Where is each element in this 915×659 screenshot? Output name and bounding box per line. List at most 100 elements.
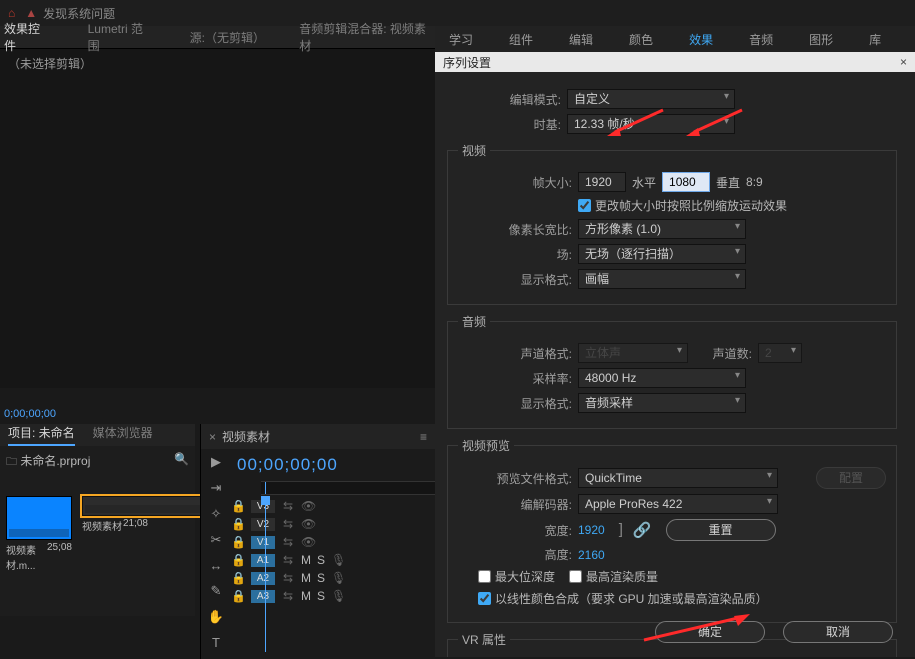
solo-icon[interactable]: S: [317, 571, 325, 585]
pixel-aspect-select[interactable]: 方形像素 (1.0): [578, 219, 746, 239]
thumbnail[interactable]: [6, 496, 72, 540]
folder-icon: 🗀: [6, 456, 17, 468]
video-display-label: 显示格式:: [458, 271, 578, 288]
linear-color-checkbox[interactable]: [478, 592, 491, 605]
tab-lumetri[interactable]: Lumetri 范围: [88, 20, 152, 54]
sync-icon[interactable]: ⇆: [281, 535, 295, 549]
warning-icon[interactable]: ▲: [25, 6, 37, 20]
track-v2[interactable]: V2: [251, 518, 275, 531]
sync-icon[interactable]: ⇆: [281, 499, 295, 513]
project-panel: 🗀 未命名.prproj 🔍 视频素材.m...25;08 视频素材21;08: [0, 446, 195, 616]
max-depth-checkbox[interactable]: [478, 570, 491, 583]
track-a2[interactable]: A2: [251, 572, 275, 585]
eye-icon[interactable]: 👁: [301, 499, 315, 513]
track-a1[interactable]: A1: [251, 554, 275, 567]
close-icon[interactable]: ×: [209, 430, 216, 444]
lock-icon[interactable]: 🔒: [231, 571, 245, 585]
track-a3[interactable]: A3: [251, 590, 275, 603]
project-file: 未命名.prproj: [20, 454, 90, 468]
solo-icon[interactable]: S: [317, 553, 325, 567]
home-icon[interactable]: ⌂: [8, 6, 15, 20]
ok-button[interactable]: 确定: [655, 621, 765, 643]
sync-icon[interactable]: ⇆: [281, 589, 295, 603]
sync-icon[interactable]: ⇆: [281, 571, 295, 585]
frame-width-input[interactable]: [578, 172, 626, 192]
preview-width-value[interactable]: 1920: [578, 523, 605, 537]
tab-media-browser[interactable]: 媒体浏览器: [93, 424, 153, 446]
bin-item[interactable]: 视频素材.m...25;08: [6, 496, 72, 572]
eye-icon[interactable]: 👁: [301, 535, 315, 549]
hand-tool-icon[interactable]: ✋: [208, 609, 224, 625]
nav-assembly[interactable]: 组件: [509, 31, 533, 48]
timeline-panel: × 视频素材 ≡ 00;00;00;00 ▶ ⇥ ✧ ✂ ↔ ✎ ✋ T 🔒V3…: [200, 424, 435, 659]
nav-learn[interactable]: 学习: [449, 31, 473, 48]
codec-select[interactable]: Apple ProRes 422: [578, 494, 778, 514]
mic-icon[interactable]: 🎙: [331, 571, 345, 585]
mic-icon[interactable]: 🎙: [331, 589, 345, 603]
preview-group: 视频预览 预览文件格式: QuickTime 配置 编解码器: Apple Pr…: [447, 437, 897, 623]
audio-display-select[interactable]: 音频采样: [578, 393, 746, 413]
tab-effect-controls[interactable]: 效果控件: [4, 20, 50, 54]
audio-group: 音频 声道格式: 立体声 声道数: 2 采样率: 48000 Hz 显示格式: …: [447, 313, 897, 429]
sync-icon[interactable]: ⇆: [281, 517, 295, 531]
lock-icon[interactable]: 🔒: [231, 499, 245, 513]
preview-height-value[interactable]: 2160: [578, 548, 605, 562]
fields-select[interactable]: 无场（逐行扫描）: [578, 244, 746, 264]
channel-count-label: 声道数:: [688, 345, 758, 362]
configure-button: 配置: [816, 467, 886, 489]
nav-effects[interactable]: 效果: [689, 31, 713, 48]
frame-height-input[interactable]: [662, 172, 710, 192]
tab-project[interactable]: 项目: 未命名: [8, 424, 75, 446]
nav-library[interactable]: 库: [869, 31, 881, 48]
mic-icon[interactable]: 🎙: [331, 553, 345, 567]
solo-icon[interactable]: S: [317, 589, 325, 603]
ripple-tool-icon[interactable]: ✧: [211, 506, 222, 522]
razor-tool-icon[interactable]: ✂: [211, 532, 222, 548]
bin-item[interactable]: 视频素材21;08: [82, 496, 148, 572]
nav-color[interactable]: 颜色: [629, 31, 653, 48]
sample-rate-select[interactable]: 48000 Hz: [578, 368, 746, 388]
edit-mode-select[interactable]: 自定义: [567, 89, 735, 109]
pen-tool-icon[interactable]: ✎: [211, 583, 222, 599]
tab-source[interactable]: 源:（无剪辑）: [190, 29, 262, 46]
search-icon[interactable]: 🔍: [174, 452, 189, 466]
selection-tool-icon[interactable]: ▶: [211, 454, 221, 470]
panel-menu-icon[interactable]: ≡: [420, 430, 427, 444]
workspace-nav: 学习 组件 编辑 颜色 效果 音频 图形 库: [435, 26, 915, 52]
no-clip-label: （未选择剪辑）: [8, 55, 427, 72]
timeline-title[interactable]: 视频素材: [222, 428, 270, 445]
link-icon[interactable]: 🔗: [633, 521, 652, 539]
lock-icon[interactable]: 🔒: [231, 517, 245, 531]
cancel-button[interactable]: 取消: [783, 621, 893, 643]
nav-audio[interactable]: 音频: [749, 31, 773, 48]
track-headers: 🔒V3⇆👁 🔒V2⇆👁 🔒V1⇆👁 🔒A1⇆MS🎙 🔒A2⇆MS🎙 🔒A3⇆MS…: [231, 497, 435, 605]
nav-graphics[interactable]: 图形: [809, 31, 833, 48]
lock-icon[interactable]: 🔒: [231, 553, 245, 567]
sequence-settings-dialog: 编辑模式: 自定义 时基: 12.33 帧/秒 视频 帧大小: 水平 垂直 8:…: [435, 72, 915, 657]
mute-icon[interactable]: M: [301, 589, 311, 603]
type-tool-icon[interactable]: T: [212, 635, 220, 650]
mute-icon[interactable]: M: [301, 553, 311, 567]
eye-icon[interactable]: 👁: [301, 517, 315, 531]
time-ruler[interactable]: [261, 481, 435, 495]
slip-tool-icon[interactable]: ↔: [210, 558, 223, 573]
track-v1[interactable]: V1: [251, 536, 275, 549]
close-icon[interactable]: ×: [900, 55, 907, 69]
tab-audio-mixer[interactable]: 音频剪辑混合器: 视频素材: [299, 20, 431, 54]
preview-format-select[interactable]: QuickTime: [578, 468, 778, 488]
nav-edit[interactable]: 编辑: [569, 31, 593, 48]
video-display-select[interactable]: 画幅: [578, 269, 746, 289]
playhead[interactable]: [265, 502, 266, 652]
timebase-select[interactable]: 12.33 帧/秒: [567, 114, 735, 134]
lock-icon[interactable]: 🔒: [231, 589, 245, 603]
timeline-timecode[interactable]: 00;00;00;00: [201, 449, 435, 481]
sync-icon[interactable]: ⇆: [281, 553, 295, 567]
track-select-tool-icon[interactable]: ⇥: [211, 480, 222, 496]
reset-button[interactable]: 重置: [666, 519, 776, 541]
max-quality-checkbox[interactable]: [569, 570, 582, 583]
edit-mode-label: 编辑模式:: [447, 91, 567, 108]
preview-width-label: 宽度:: [458, 522, 578, 539]
mute-icon[interactable]: M: [301, 571, 311, 585]
scale-motion-checkbox[interactable]: [578, 199, 591, 212]
lock-icon[interactable]: 🔒: [231, 535, 245, 549]
